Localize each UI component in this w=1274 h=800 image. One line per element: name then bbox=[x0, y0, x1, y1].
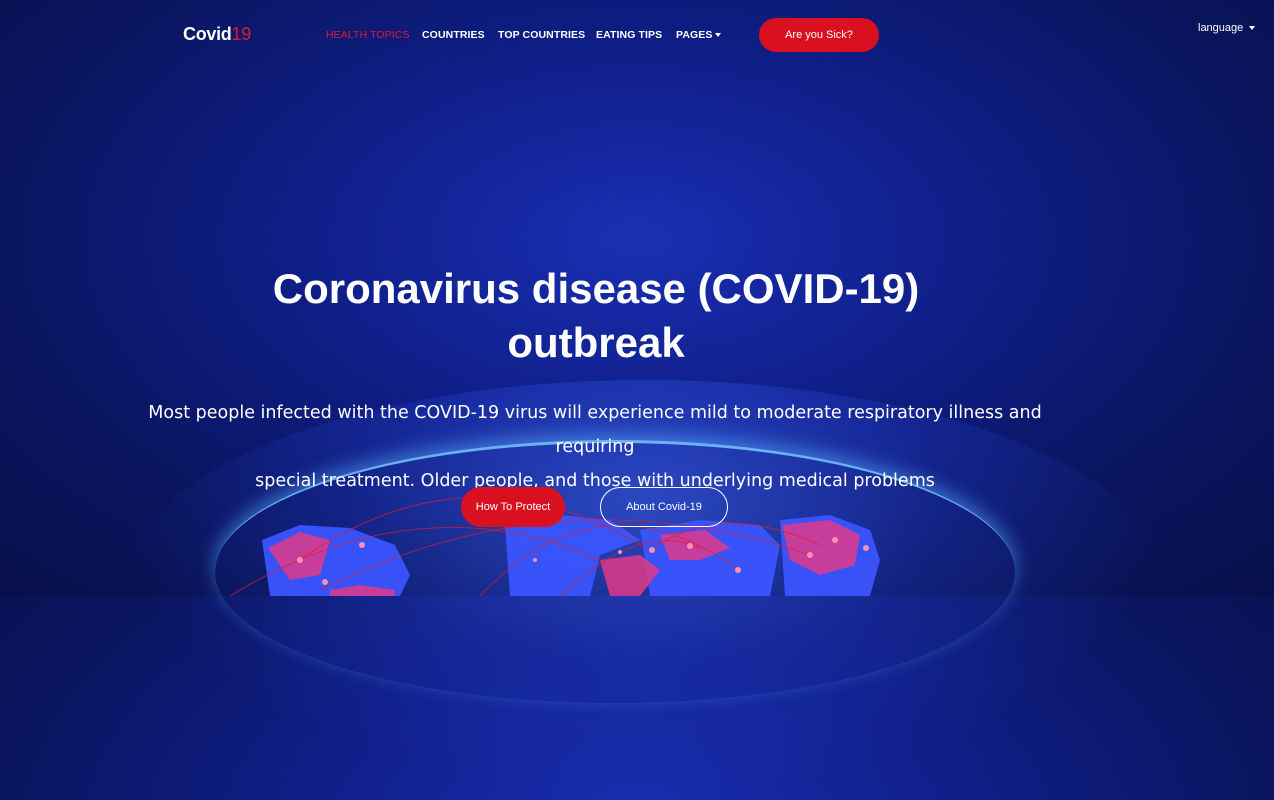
site-logo[interactable]: Covid19 bbox=[183, 24, 251, 45]
are-you-sick-button[interactable]: Are you Sick? bbox=[759, 18, 879, 52]
hero-title: Coronavirus disease (COVID-19) outbreak bbox=[0, 262, 1192, 370]
about-covid-button[interactable]: About Covid-19 bbox=[600, 487, 728, 527]
nav-item-eating-tips[interactable]: EATING TIPS bbox=[596, 29, 662, 41]
nav-item-pages[interactable]: PAGES bbox=[676, 29, 722, 41]
chevron-down-icon bbox=[1249, 26, 1256, 31]
language-label: language bbox=[1198, 22, 1244, 34]
hero-title-line2: outbreak bbox=[507, 319, 685, 366]
how-to-protect-button[interactable]: How To Protect bbox=[461, 487, 565, 527]
chevron-down-icon bbox=[715, 33, 722, 38]
hero-title-line1: Coronavirus disease (COVID-19) bbox=[272, 265, 920, 312]
top-navbar: Covid19 HEALTH TOPICS COUNTRIES TOP COUN… bbox=[0, 0, 1274, 70]
hero-description-line2: special treatment. Older people, and tho… bbox=[255, 471, 935, 491]
logo-number: 19 bbox=[231, 24, 252, 44]
nav-item-health-topics[interactable]: HEALTH TOPICS bbox=[326, 29, 410, 41]
hero-description-line1: Most people infected with the COVID-19 v… bbox=[148, 403, 1042, 457]
nav-item-top-countries[interactable]: TOP COUNTRIES bbox=[498, 29, 585, 41]
nav-item-countries[interactable]: COUNTRIES bbox=[422, 29, 485, 41]
hero-description: Most people infected with the COVID-19 v… bbox=[130, 396, 1060, 498]
logo-text: Covid bbox=[183, 24, 232, 44]
language-dropdown[interactable]: language bbox=[1198, 22, 1256, 34]
nav-item-pages-label: PAGES bbox=[676, 29, 713, 41]
